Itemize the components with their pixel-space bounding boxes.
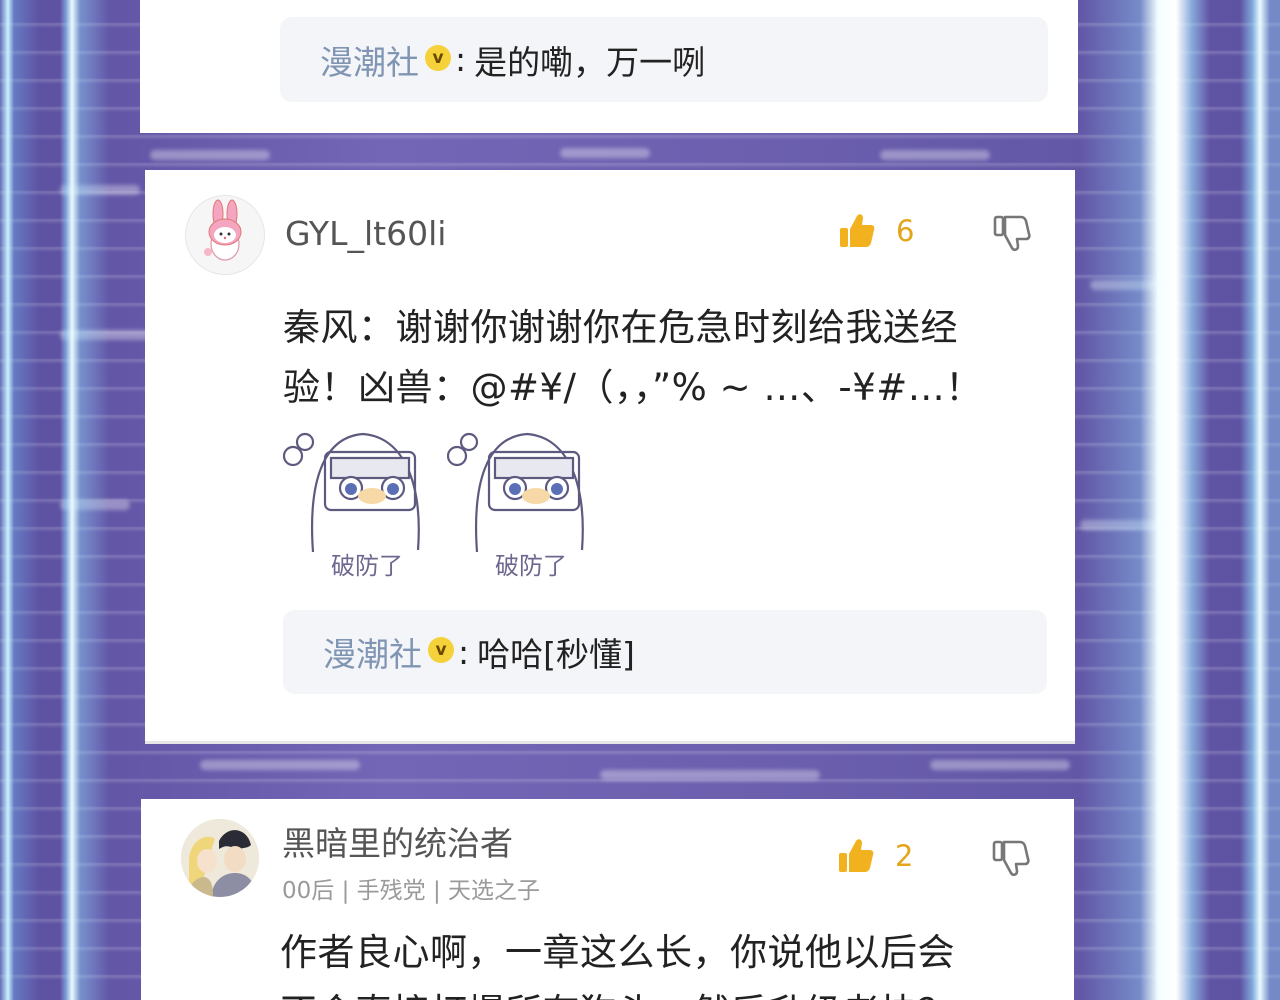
verified-badge-icon: v: [428, 637, 454, 663]
username[interactable]: GYL_lt60li: [285, 214, 446, 253]
like-button[interactable]: 6: [838, 212, 914, 250]
comment-text-line: 秦风：谢谢你谢谢你在危急时刻给我送经: [283, 306, 958, 349]
author-reply[interactable]: 漫潮社 v : 哈哈[秒懂]: [283, 610, 1047, 694]
reply-text: 是的嘞，万一咧: [474, 42, 706, 82]
reply-author-name[interactable]: 漫潮社: [323, 628, 422, 676]
thumbs-down-icon[interactable]: [993, 214, 1031, 252]
verified-badge-icon: v: [425, 44, 451, 71]
reply-separator: :: [455, 40, 467, 79]
like-button[interactable]: 2: [837, 837, 913, 875]
reply-separator: :: [458, 632, 470, 672]
comment-card: GYL_lt60li 6 秦风：谢谢你谢谢你在危急时刻给我送经 验！凶兽：@#¥…: [145, 170, 1075, 744]
avatar[interactable]: [185, 195, 265, 275]
sticker[interactable]: 破防了: [446, 422, 607, 582]
svg-text:破防了: 破防了: [331, 552, 403, 580]
user-tags: 00后 | 手残党 | 天选之子: [282, 878, 541, 904]
comment-card: 黑暗里的统治者 00后 | 手残党 | 天选之子 2 作者良心啊，一章这么长，你…: [141, 799, 1074, 1000]
username[interactable]: 黑暗里的统治者: [282, 817, 513, 865]
comment-card: 漫潮社 v : 是的嘞，万一咧: [140, 0, 1078, 133]
comment-text-line: 验！凶兽：@#¥/（，，”% ~ …、-¥#…！: [283, 366, 983, 409]
reply-text: 哈哈[秒懂]: [477, 635, 635, 674]
author-reply[interactable]: 漫潮社 v : 是的嘞，万一咧: [280, 17, 1048, 102]
like-count: 6: [896, 214, 915, 248]
comment-text: 作者良心啊，一章这么长，你说他以后会 不会直接打爆所有狗头，然后升级老快？: [280, 923, 1050, 1000]
svg-text:破防了: 破防了: [495, 552, 567, 580]
reply-author-name[interactable]: 漫潮社: [320, 36, 419, 84]
thumbs-down-icon[interactable]: [992, 839, 1030, 877]
sticker[interactable]: 破防了: [282, 422, 443, 582]
thumbs-up-icon: [840, 214, 875, 247]
comment-text-line: 作者良心啊，一章这么长，你说他以后会: [280, 931, 955, 974]
thumbs-up-icon: [839, 839, 874, 872]
avatar[interactable]: [181, 819, 259, 897]
comment-text-line: 不会直接打爆所有狗头，然后升级老快？: [280, 983, 1050, 1000]
comment-text: 秦风：谢谢你谢谢你在危急时刻给我送经 验！凶兽：@#¥/（，，”% ~ …、-¥…: [283, 298, 1053, 418]
like-count: 2: [895, 839, 914, 873]
